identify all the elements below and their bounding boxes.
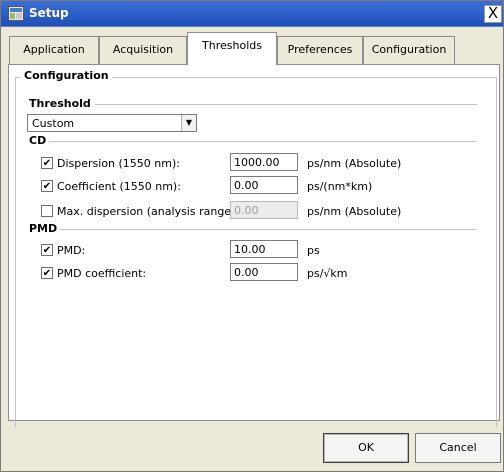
- coefficient-label: Coefficient (1550 nm):: [57, 180, 181, 193]
- tab-thresholds[interactable]: Thresholds: [187, 32, 277, 65]
- tab-configuration[interactable]: Configuration: [363, 36, 455, 64]
- tab-label: Thresholds: [202, 39, 262, 52]
- setup-dialog: Setup X Application Acquisition Threshol…: [0, 0, 504, 472]
- coefficient-checkbox[interactable]: ✔: [41, 180, 53, 192]
- chevron-down-icon[interactable]: ▼: [181, 115, 196, 131]
- cancel-button[interactable]: Cancel: [415, 433, 501, 463]
- dispersion-label: Dispersion (1550 nm):: [57, 157, 180, 170]
- coefficient-input[interactable]: [230, 176, 298, 194]
- pmd-coefficient-input[interactable]: [230, 263, 298, 281]
- pmd-coefficient-checkbox[interactable]: ✔: [41, 267, 53, 279]
- max-dispersion-checkbox[interactable]: [41, 205, 53, 217]
- max-dispersion-label: Max. dispersion (analysis range):: [57, 205, 240, 218]
- cancel-button-label: Cancel: [439, 441, 477, 454]
- app-window-icon: [8, 6, 24, 21]
- configuration-group-title: Configuration: [21, 69, 112, 82]
- max-dispersion-input: [230, 201, 298, 219]
- tab-label: Acquisition: [112, 43, 174, 56]
- pmd-unit: ps: [307, 244, 320, 257]
- pmd-coefficient-unit: ps/√km: [307, 267, 348, 280]
- check-icon: ✔: [42, 268, 52, 279]
- window-title: Setup: [29, 6, 69, 20]
- dispersion-unit: ps/nm (Absolute): [307, 157, 402, 170]
- pmd-section-label: PMD: [29, 222, 61, 235]
- tab-preferences[interactable]: Preferences: [277, 36, 363, 64]
- threshold-dropdown[interactable]: Custom ▼: [27, 114, 197, 132]
- dispersion-input[interactable]: [230, 153, 298, 171]
- thresholds-panel: Configuration Threshold Custom ▼ CD ✔ Di…: [8, 64, 500, 427]
- pmd-input[interactable]: [230, 240, 298, 258]
- close-button[interactable]: X: [484, 5, 502, 23]
- title-bar[interactable]: Setup X: [1, 1, 503, 27]
- ok-button[interactable]: OK: [323, 433, 409, 463]
- close-icon: X: [487, 4, 499, 22]
- tab-label: Application: [23, 43, 85, 56]
- check-icon: ✔: [42, 245, 52, 256]
- max-dispersion-unit: ps/nm (Absolute): [307, 205, 402, 218]
- ok-button-label: OK: [358, 441, 374, 454]
- tab-acquisition[interactable]: Acquisition: [99, 36, 187, 64]
- pmd-label: PMD:: [57, 244, 86, 257]
- check-icon: ✔: [42, 181, 52, 192]
- tab-label: Configuration: [371, 43, 447, 56]
- coefficient-unit: ps/(nm*km): [307, 180, 373, 193]
- cd-separator: [43, 141, 477, 142]
- threshold-section-label: Threshold: [29, 97, 94, 110]
- pmd-coefficient-label: PMD coefficient:: [57, 267, 147, 280]
- pmd-checkbox[interactable]: ✔: [41, 244, 53, 256]
- threshold-separator: [95, 104, 477, 105]
- cd-section-label: CD: [29, 134, 50, 147]
- threshold-selected-value: Custom: [32, 117, 75, 130]
- check-icon: ✔: [42, 158, 52, 169]
- dispersion-checkbox[interactable]: ✔: [41, 157, 53, 169]
- tab-label: Preferences: [287, 43, 353, 56]
- tab-application[interactable]: Application: [9, 36, 99, 64]
- pmd-separator: [55, 229, 477, 230]
